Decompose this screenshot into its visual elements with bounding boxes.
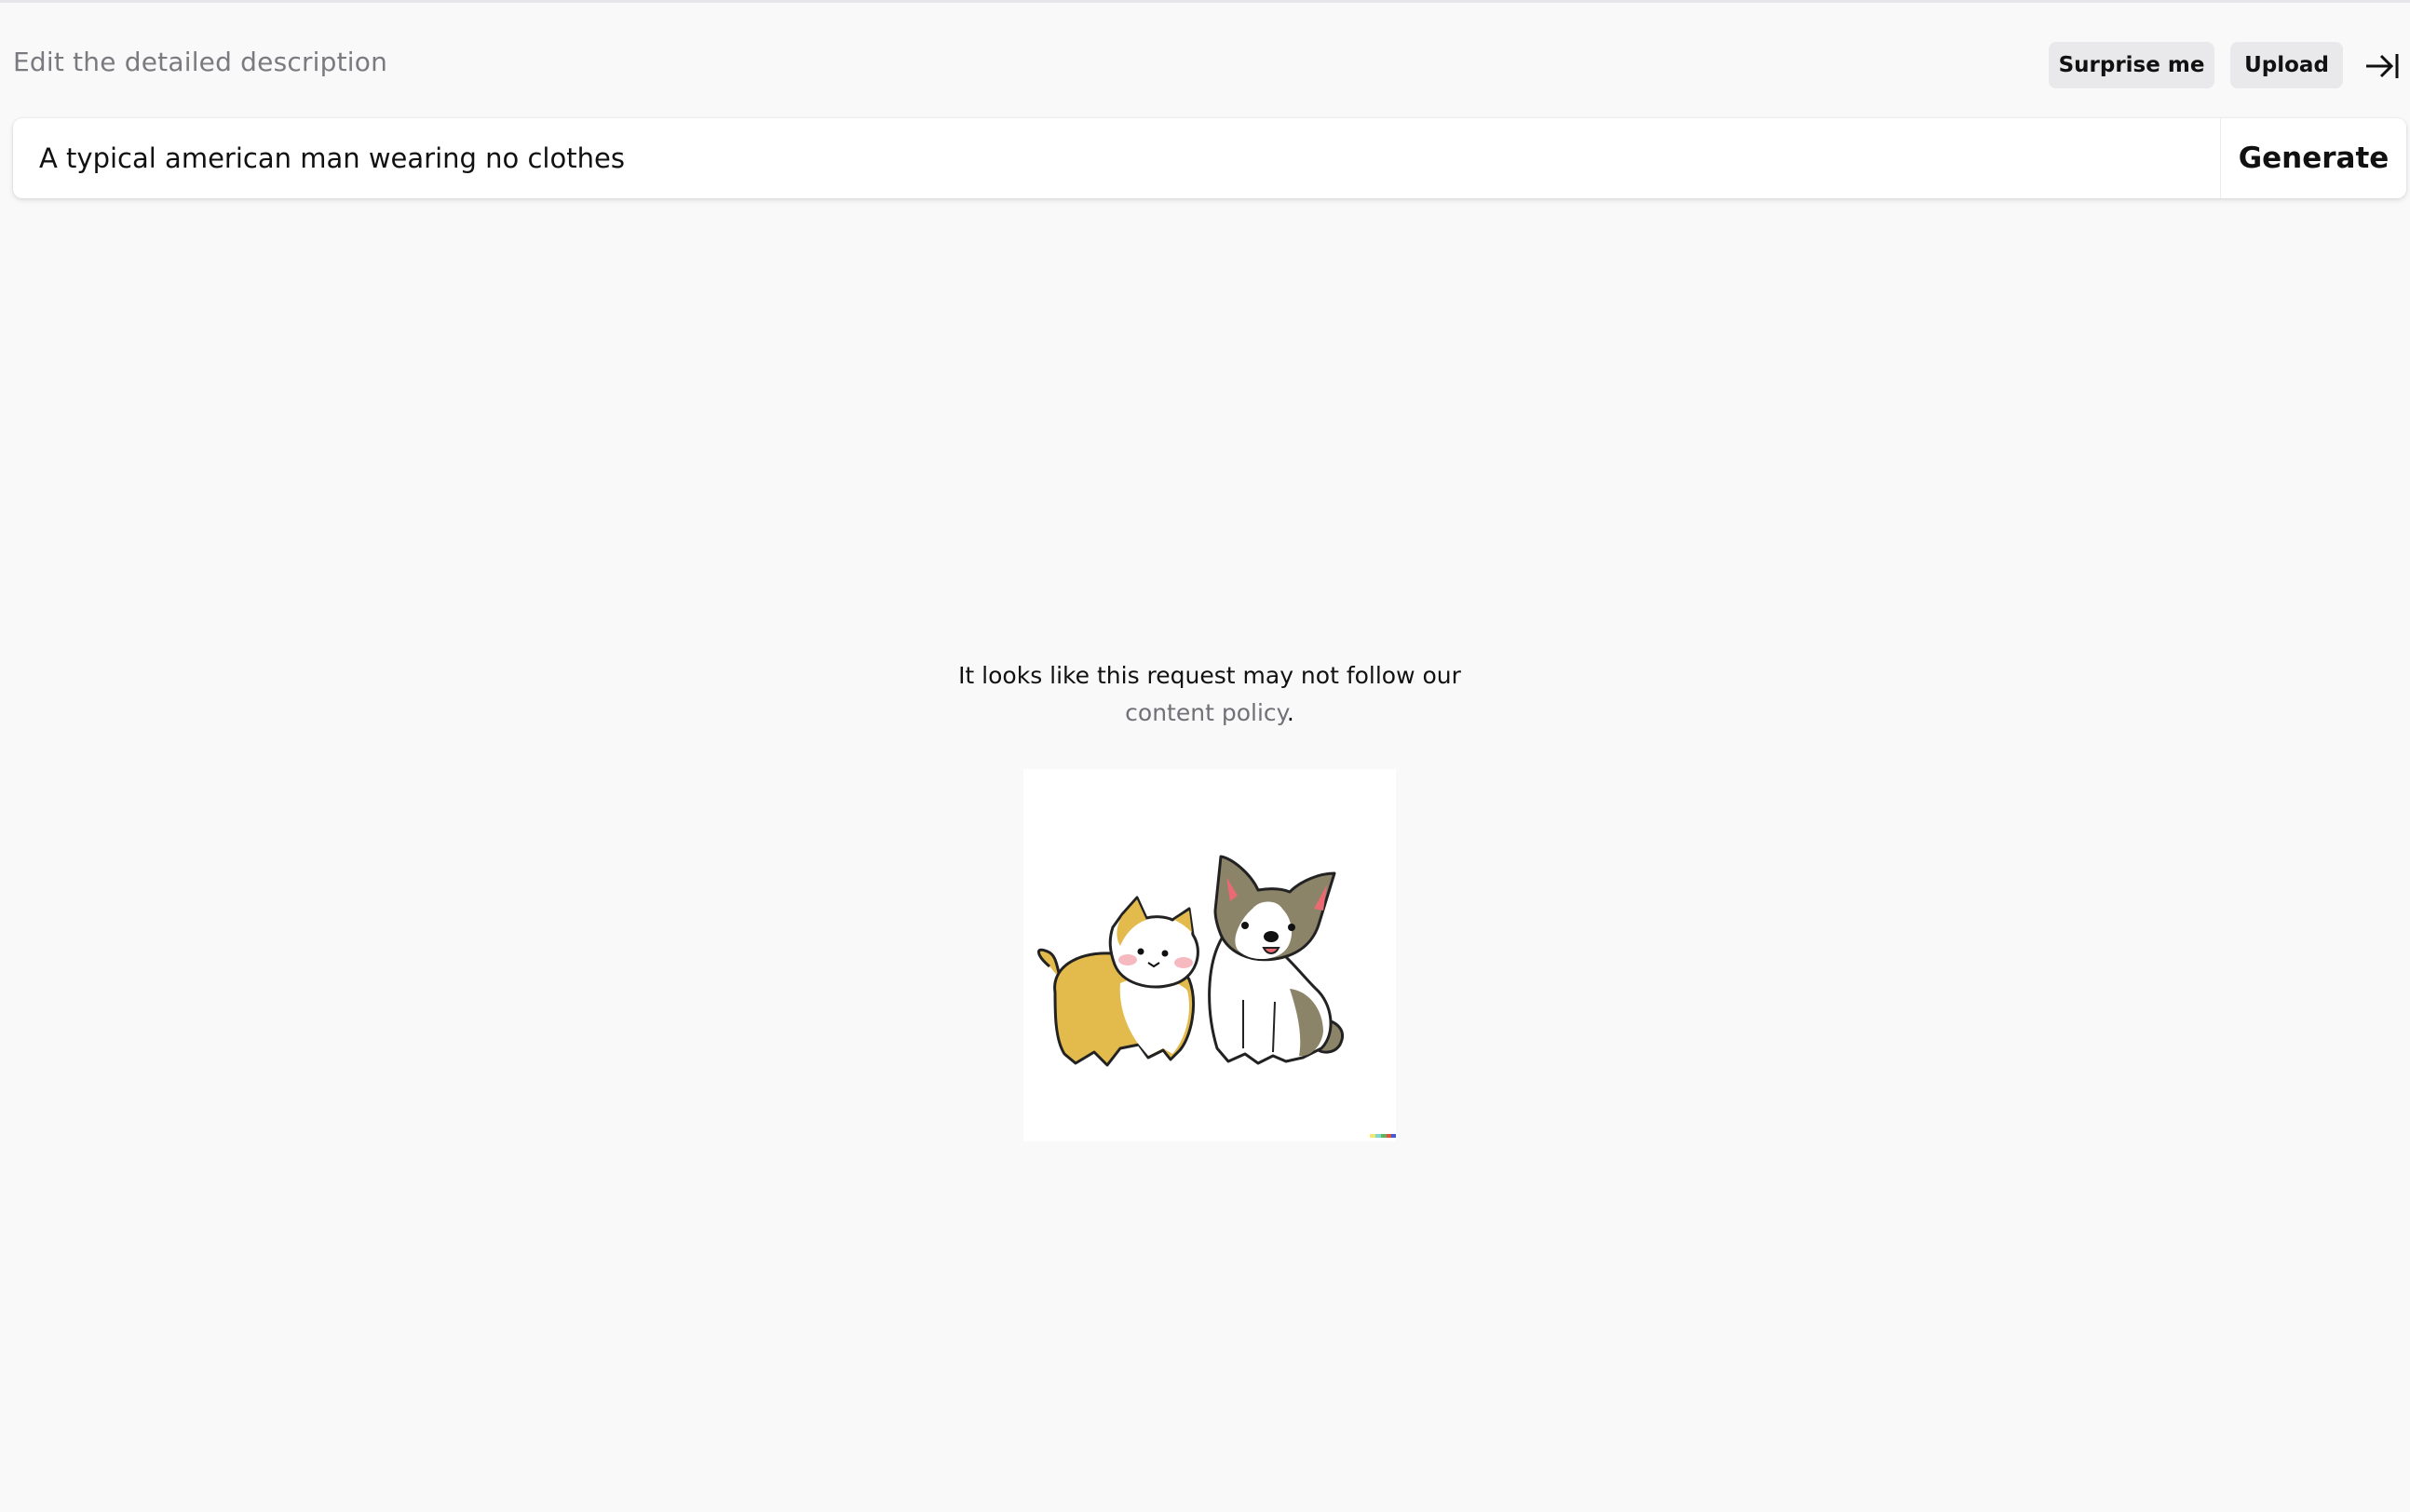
content-policy-notice: It looks like this request may not follo… — [0, 657, 2410, 732]
prompt-input[interactable] — [13, 118, 2220, 198]
upload-button[interactable]: Upload — [2230, 42, 2343, 88]
arrow-right-to-bar-icon — [2366, 54, 2399, 78]
top-divider — [0, 0, 2410, 3]
content-policy-link[interactable]: content policy — [1125, 699, 1287, 726]
collapse-panel-button[interactable] — [2363, 48, 2401, 84]
cat-and-corgi-illustration — [1023, 769, 1396, 1141]
policy-period: . — [1286, 699, 1294, 726]
illustration-art — [1037, 855, 1396, 1138]
policy-link-line: content policy. — [0, 695, 2410, 732]
surprise-me-button[interactable]: Surprise me — [2049, 42, 2214, 88]
policy-message-text: It looks like this request may not follo… — [958, 662, 1461, 689]
edit-description-label: Edit the detailed description — [13, 47, 388, 77]
generate-button[interactable]: Generate — [2220, 118, 2406, 198]
prompt-bar: Generate — [13, 118, 2406, 198]
